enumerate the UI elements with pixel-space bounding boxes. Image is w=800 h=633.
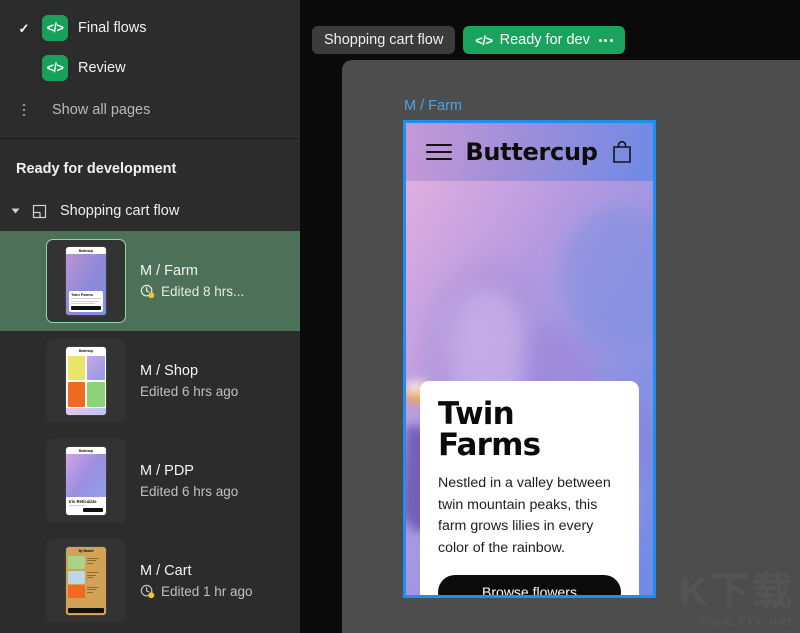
list-item-meta: M / Cart Edited 1 hr ago: [140, 563, 253, 599]
code-icon: </>: [475, 32, 493, 48]
page-label: Review: [78, 60, 126, 76]
clock-edited-icon: [140, 584, 155, 599]
list-item-edited-text: Edited 1 hr ago: [161, 584, 253, 599]
info-card: Twin Farms Nestled in a valley between t…: [420, 381, 639, 595]
phone-header: Buttercup: [406, 123, 653, 181]
tab-label: Ready for dev: [499, 32, 590, 48]
list-item-meta: M / Farm Edited 8 hrs...: [140, 263, 244, 299]
check-placeholder: [16, 60, 32, 76]
show-all-pages-label: Show all pages: [52, 102, 151, 118]
list-item[interactable]: My Basket M / Cart Edited 1 hr ago: [0, 531, 300, 631]
clock-edited-icon: [140, 284, 155, 299]
tab-shopping-cart-flow[interactable]: Shopping cart flow: [312, 26, 456, 54]
info-card-body: Nestled in a valley between twin mountai…: [438, 475, 611, 556]
sidebar-item-final-flows[interactable]: ✓ </> Final flows: [0, 8, 300, 48]
tab-ready-for-dev[interactable]: </> Ready for dev: [463, 26, 625, 54]
browse-flowers-button[interactable]: Browse flowers: [438, 575, 621, 595]
code-badge-icon: </>: [42, 15, 68, 41]
check-icon: ✓: [18, 20, 30, 36]
list-item[interactable]: Buttercup Iris Reticulata M / PDP Edited…: [0, 431, 300, 531]
page-label: Final flows: [78, 20, 147, 36]
thumbnail-m-cart: My Basket: [46, 539, 126, 623]
dots-vertical-icon: [16, 103, 32, 117]
canvas-area: Shopping cart flow </> Ready for dev M /…: [300, 0, 800, 633]
list-item-meta: M / PDP Edited 6 hrs ago: [140, 463, 238, 499]
code-badge-icon: </>: [42, 55, 68, 81]
list-item-title: M / Cart: [140, 563, 192, 579]
frame-icon: [30, 204, 48, 219]
hamburger-icon[interactable]: [426, 143, 452, 161]
frame-name-label[interactable]: M / Farm: [404, 98, 462, 114]
section-title-ready-for-development: Ready for development: [16, 161, 177, 177]
list-item-edited-text: Edited 8 hrs...: [161, 284, 245, 299]
app-root: ✓ </> Final flows </> Review Show all pa…: [0, 0, 800, 633]
list-item-subtitle: Edited 6 hrs ago: [140, 484, 238, 499]
list-item[interactable]: Buttercup Twin Farms M / Farm Edited 8 h…: [0, 231, 300, 331]
list-item-title: M / Farm: [140, 263, 198, 279]
canvas-tabbar: Shopping cart flow </> Ready for dev: [312, 26, 625, 54]
list-item-title: M / PDP: [140, 463, 194, 479]
phone-frame-m-farm[interactable]: Buttercup Twin Farms Nestled in a valley…: [403, 120, 656, 598]
chevron-down-icon[interactable]: [8, 208, 22, 214]
brand-wordmark: Buttercup: [465, 138, 598, 166]
thumbnail-m-shop: Buttercup: [46, 339, 126, 423]
sidebar: ✓ </> Final flows </> Review Show all pa…: [0, 0, 300, 633]
pages-list: ✓ </> Final flows </> Review Show all pa…: [0, 0, 300, 130]
sidebar-item-review[interactable]: </> Review: [0, 48, 300, 88]
thumbnail-m-pdp: Buttercup Iris Reticulata: [46, 439, 126, 523]
list-item-meta: M / Shop Edited 6 hrs ago: [140, 363, 238, 399]
more-options-icon[interactable]: [598, 38, 613, 42]
show-all-pages-button[interactable]: Show all pages: [0, 90, 300, 130]
list-item[interactable]: Buttercup M / Shop Edited 6 hrs ago: [0, 331, 300, 431]
tab-label: Shopping cart flow: [324, 32, 444, 48]
flow-group-label: Shopping cart flow: [60, 203, 180, 219]
list-item-subtitle: Edited 1 hr ago: [140, 584, 253, 599]
list-item-title: M / Shop: [140, 363, 199, 379]
list-item-edited-text: Edited 6 hrs ago: [140, 384, 239, 399]
phone-body: Twin Farms Nestled in a valley between t…: [406, 181, 653, 595]
list-item-subtitle: Edited 6 hrs ago: [140, 384, 238, 399]
list-item-edited-text: Edited 6 hrs ago: [140, 484, 239, 499]
list-item-subtitle: Edited 8 hrs...: [140, 284, 244, 299]
shopping-bag-icon[interactable]: [611, 140, 633, 164]
flow-group-shopping-cart-flow[interactable]: Shopping cart flow: [0, 191, 300, 231]
info-card-title: Twin Farms: [438, 396, 541, 463]
thumbnail-m-farm: Buttercup Twin Farms: [46, 239, 126, 323]
